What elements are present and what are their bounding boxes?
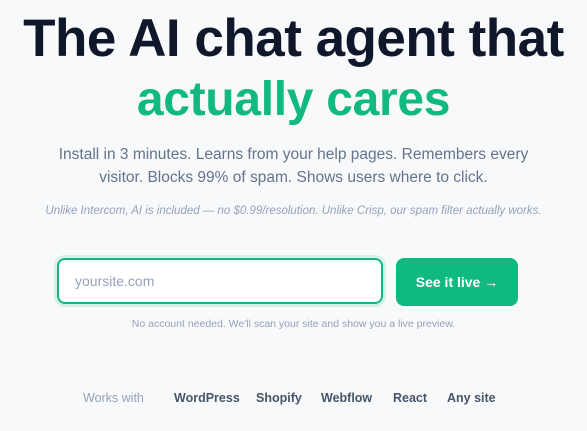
platform-any-site: Any site [447,391,496,405]
website-url-input[interactable] [57,258,383,304]
headline-line-1: The AI chat agent that [23,9,564,68]
platform-shopify: Shopify [256,391,302,405]
see-it-live-button[interactable]: See it live → [396,258,518,306]
platform-webflow: Webflow [321,391,373,405]
platform-react: React [393,391,428,405]
headline-line-2-accent: actually cares [136,73,451,126]
competitor-comparison: Unlike Intercom, AI is included — no $0.… [45,205,542,217]
no-account-note: No account needed. We'll scan your site … [131,318,456,330]
works-with-label: Works with [83,391,144,405]
platform-wordpress: WordPress [174,391,240,405]
works-with-bar: Works with WordPress Shopify Webflow Rea… [0,391,587,407]
hero-section: The AI chat agent that actually cares In… [0,0,587,431]
hero-subtitle: Install in 3 minutes. Learns from your h… [58,146,529,186]
